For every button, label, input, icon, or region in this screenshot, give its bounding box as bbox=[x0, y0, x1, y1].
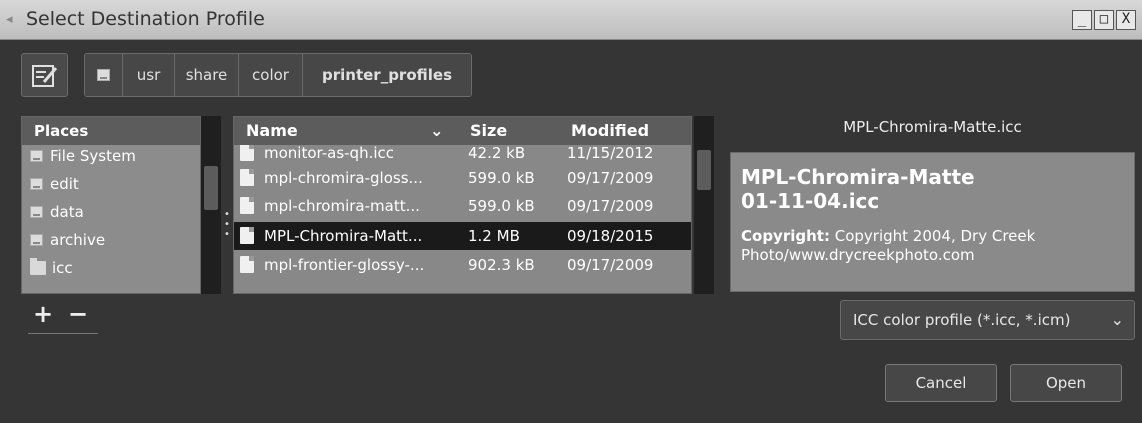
file-icon bbox=[240, 144, 254, 161]
file-row[interactable]: mpl-chromira-gloss... 599.0 kB 09/17/200… bbox=[234, 164, 691, 192]
place-item-label: File System bbox=[50, 147, 136, 165]
place-item-label: archive bbox=[50, 231, 106, 249]
place-item-icc[interactable]: icc bbox=[22, 254, 200, 282]
chevron-down-icon: ⌄ bbox=[1110, 310, 1124, 329]
place-item-label: data bbox=[50, 203, 84, 221]
preview-filename: MPL-Chromira-Matte.icc bbox=[843, 118, 1022, 136]
file-list-scrollbar-thumb[interactable] bbox=[697, 150, 711, 190]
places-header: Places bbox=[22, 117, 200, 145]
folder-icon bbox=[30, 258, 46, 275]
file-row[interactable]: mpl-frontier-glossy-... 902.3 kB 09/17/2… bbox=[234, 251, 691, 279]
preview-copyright: Copyright: Copyright 2004, Dry Creek Pho… bbox=[741, 227, 1124, 265]
file-size: 599.0 kB bbox=[468, 169, 535, 187]
file-row[interactable]: mpl-chromira-matt... 599.0 kB 09/17/2009 bbox=[234, 192, 691, 220]
drive-icon bbox=[30, 150, 43, 162]
file-modified: 09/18/2015 bbox=[567, 227, 654, 245]
places-sidebar: Places File System edit data archive icc bbox=[21, 116, 201, 294]
file-list-scrollbar[interactable] bbox=[694, 116, 714, 294]
path-button-share[interactable]: share bbox=[175, 54, 239, 96]
path-button-usr[interactable]: usr bbox=[123, 54, 175, 96]
place-item-archive[interactable]: archive bbox=[22, 226, 200, 254]
file-name: mpl-chromira-matt... bbox=[264, 197, 420, 215]
drive-icon bbox=[30, 234, 43, 246]
places-scrollbar-thumb[interactable] bbox=[204, 166, 218, 210]
title-bar: ◂ Select Destination Profile _ □ X bbox=[0, 0, 1142, 40]
place-item-file-system[interactable]: File System bbox=[22, 142, 200, 170]
places-divider bbox=[28, 333, 98, 334]
file-modified: 09/17/2009 bbox=[567, 197, 654, 215]
file-icon bbox=[240, 197, 254, 214]
file-list: monitor-as-qh.icc 42.2 kB 11/15/2012 Nam… bbox=[233, 116, 692, 294]
place-item-data[interactable]: data bbox=[22, 198, 200, 226]
file-modified: 09/17/2009 bbox=[567, 256, 654, 274]
file-size: 42.2 kB bbox=[468, 144, 526, 162]
drive-icon bbox=[30, 178, 43, 190]
add-place-button[interactable]: + bbox=[33, 302, 53, 326]
preview-title-line2: 01-11-04.icc bbox=[741, 189, 880, 213]
file-list-header: Name ⌄ Size Modified bbox=[234, 117, 691, 145]
window-title: Select Destination Profile bbox=[26, 8, 265, 30]
filter-value: ICC color profile (*.icc, *.icm) bbox=[853, 311, 1071, 329]
file-name: mpl-chromira-gloss... bbox=[264, 169, 423, 187]
drive-icon bbox=[30, 206, 43, 218]
preview-title-line1: MPL-Chromira-Matte bbox=[741, 165, 975, 189]
file-name: mpl-frontier-glossy-... bbox=[264, 256, 425, 274]
file-icon bbox=[240, 227, 254, 244]
size-column-header[interactable]: Size bbox=[470, 121, 507, 140]
file-type-filter[interactable]: ICC color profile (*.icc, *.icm) ⌄ bbox=[840, 300, 1135, 340]
file-modified: 09/17/2009 bbox=[567, 169, 654, 187]
open-button[interactable]: Open bbox=[1010, 364, 1122, 402]
path-button-printer-profiles[interactable]: printer_profiles bbox=[303, 54, 471, 96]
place-item-edit[interactable]: edit bbox=[22, 170, 200, 198]
file-row-selected[interactable]: MPL-Chromira-Matt... 1.2 MB 09/18/2015 bbox=[234, 222, 691, 250]
modified-column-header[interactable]: Modified bbox=[571, 121, 649, 140]
path-button-color[interactable]: color bbox=[239, 54, 303, 96]
place-item-label: icc bbox=[52, 259, 73, 277]
close-button[interactable]: X bbox=[1116, 10, 1136, 30]
cancel-button[interactable]: Cancel bbox=[885, 364, 997, 402]
file-chooser-dialog: ◂ Select Destination Profile _ □ X usr s… bbox=[0, 0, 1142, 423]
edit-location-icon bbox=[32, 65, 58, 87]
file-name: MPL-Chromira-Matt... bbox=[264, 227, 423, 245]
remove-place-button[interactable]: − bbox=[68, 302, 88, 326]
drive-icon bbox=[97, 69, 110, 81]
type-location-button[interactable] bbox=[21, 53, 68, 97]
file-size: 599.0 kB bbox=[468, 197, 535, 215]
name-column-header[interactable]: Name bbox=[246, 121, 298, 140]
path-bar: usr share color printer_profiles bbox=[84, 53, 472, 97]
minimize-button[interactable]: _ bbox=[1072, 10, 1092, 30]
file-size: 1.2 MB bbox=[468, 227, 520, 245]
path-root-button[interactable] bbox=[85, 54, 123, 96]
file-modified: 11/15/2012 bbox=[567, 144, 654, 162]
file-size: 902.3 kB bbox=[468, 256, 535, 274]
place-item-label: edit bbox=[50, 175, 79, 193]
maximize-button[interactable]: □ bbox=[1094, 10, 1114, 30]
pane-resize-handle[interactable]: • • • bbox=[224, 210, 230, 240]
places-scrollbar[interactable] bbox=[201, 116, 221, 294]
file-icon bbox=[240, 256, 254, 273]
profile-preview: MPL-Chromira-Matte 01-11-04.icc Copyrigh… bbox=[730, 152, 1135, 292]
copyright-label: Copyright: bbox=[741, 227, 830, 245]
file-name: monitor-as-qh.icc bbox=[264, 144, 395, 162]
sort-chevron-icon[interactable]: ⌄ bbox=[430, 121, 443, 140]
window-icon: ◂ bbox=[6, 12, 13, 27]
file-icon bbox=[240, 169, 254, 186]
